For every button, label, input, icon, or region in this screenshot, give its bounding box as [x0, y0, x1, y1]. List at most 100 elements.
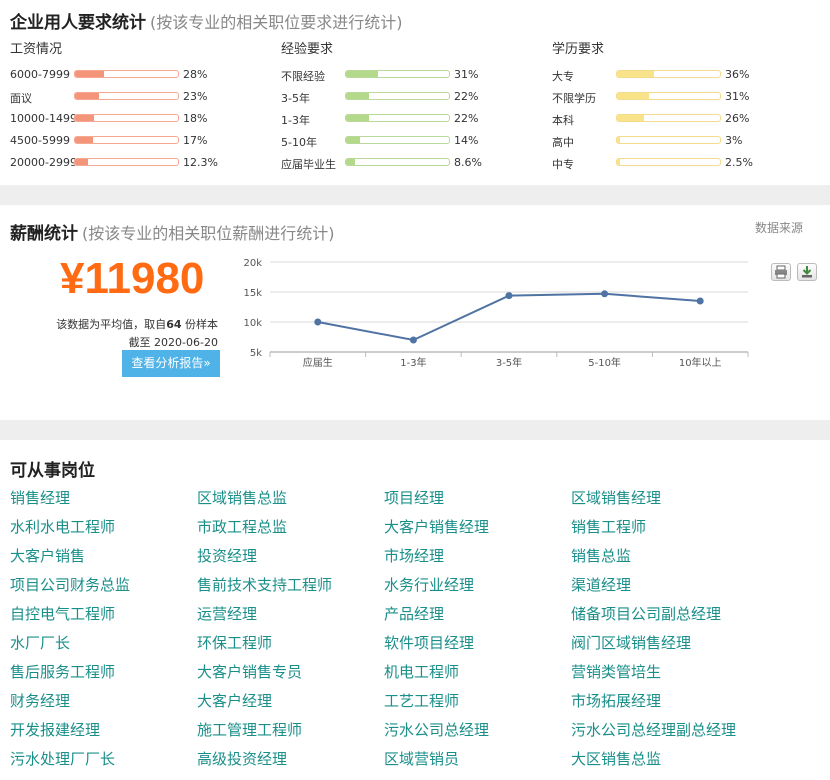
experience-label: 5-10年 — [281, 136, 317, 149]
x-tick-label: 1-3年 — [400, 356, 426, 369]
salary-bar-fill — [75, 137, 93, 143]
experience-label: 不限经验 — [281, 70, 325, 83]
job-link[interactable]: 污水公司总经理 — [384, 719, 489, 740]
data-point — [601, 290, 609, 298]
experience-bar-fill — [346, 137, 361, 143]
job-link[interactable]: 售前技术支持工程师 — [197, 574, 332, 595]
education-bar-fill — [617, 137, 621, 143]
job-link[interactable]: 运营经理 — [197, 603, 257, 624]
y-tick-label: 20k — [243, 258, 262, 269]
salary-heading: 工资情况 — [10, 42, 63, 57]
as-of-date: 截至 2020-06-20 — [128, 336, 218, 349]
job-link[interactable]: 财务经理 — [10, 690, 70, 711]
job-link[interactable]: 高级投资经理 — [197, 748, 287, 769]
education-percent: 36% — [725, 68, 750, 81]
salary-stats-title: 薪酬统计 (按该专业的相关职位薪酬进行统计) — [10, 219, 335, 244]
y-tick-label: 10k — [243, 318, 262, 329]
job-link[interactable]: 环保工程师 — [197, 632, 272, 653]
job-link[interactable]: 销售总监 — [571, 545, 631, 566]
job-link[interactable]: 污水公司总经理副总经理 — [571, 719, 736, 740]
data-source-link[interactable]: 数据来源 — [755, 219, 803, 236]
job-link[interactable]: 大客户经理 — [197, 690, 272, 711]
salary-label: 6000-7999 — [10, 68, 70, 81]
experience-bar — [345, 92, 450, 100]
education-bar-fill — [617, 115, 644, 121]
salary-distribution: 工资情况 6000-7999 28% 面议 23% 10000-1499 18% 4500-… — [10, 40, 260, 174]
experience-percent: 14% — [454, 134, 479, 147]
job-link[interactable]: 销售工程师 — [571, 516, 646, 537]
job-link[interactable]: 大区销售总监 — [571, 748, 661, 769]
salary-percent: 18% — [183, 112, 208, 125]
job-link[interactable]: 区域销售经理 — [571, 487, 661, 508]
education-label: 大专 — [552, 70, 574, 83]
job-link[interactable]: 市政工程总监 — [197, 516, 287, 537]
experience-percent: 31% — [454, 68, 479, 81]
salary-line-chart: 5k 10k 15k 20k 应届生 1-3年 3-5年 5-10年 10年以上 — [243, 258, 749, 369]
job-link[interactable]: 水厂厂长 — [10, 632, 70, 653]
data-point — [409, 336, 417, 344]
job-link[interactable]: 区域销售总监 — [197, 487, 287, 508]
job-link[interactable]: 污水处理厂厂长 — [10, 748, 115, 769]
job-link[interactable]: 渠道经理 — [571, 574, 631, 595]
salary-bar — [74, 158, 179, 166]
salary-label: 20000-2999 — [10, 156, 76, 169]
job-link[interactable]: 阀门区域销售经理 — [571, 632, 691, 653]
salary-row: 6000-7999 28% — [10, 64, 260, 86]
salary-bar — [74, 136, 179, 144]
job-link[interactable]: 开发报建经理 — [10, 719, 100, 740]
job-link[interactable]: 大客户销售 — [10, 545, 85, 566]
experience-bar-fill — [346, 115, 369, 121]
job-link[interactable]: 储备项目公司副总经理 — [571, 603, 721, 624]
experience-row: 1-3年 22% — [281, 108, 531, 130]
requirements-title: 企业用人要求统计 (按该专业的相关职位要求进行统计) — [10, 8, 403, 33]
print-button[interactable] — [771, 263, 791, 281]
job-link[interactable]: 自控电气工程师 — [10, 603, 115, 624]
experience-bar — [345, 158, 450, 166]
job-link[interactable]: 工艺工程师 — [384, 690, 459, 711]
download-button[interactable] — [797, 263, 817, 281]
education-label: 本科 — [552, 114, 574, 127]
job-link[interactable]: 销售经理 — [10, 487, 70, 508]
job-link[interactable]: 营销类管培生 — [571, 661, 661, 682]
job-link[interactable]: 水务行业经理 — [384, 574, 474, 595]
x-tick-label: 应届生 — [303, 356, 333, 369]
job-link[interactable]: 市场拓展经理 — [571, 690, 661, 711]
experience-percent: 22% — [454, 112, 479, 125]
x-tick-label: 5-10年 — [588, 356, 621, 369]
view-report-button[interactable]: 查看分析报告» — [122, 350, 220, 377]
salary-percent: 23% — [183, 90, 208, 103]
job-link[interactable]: 市场经理 — [384, 545, 444, 566]
experience-bar — [345, 136, 450, 144]
job-link[interactable]: 大客户销售经理 — [384, 516, 489, 537]
series-line — [317, 292, 701, 342]
job-link[interactable]: 机电工程师 — [384, 661, 459, 682]
job-link[interactable]: 售后服务工程师 — [10, 661, 115, 682]
average-salary: ¥11980 — [60, 254, 205, 303]
job-link[interactable]: 投资经理 — [197, 545, 257, 566]
job-link[interactable]: 软件项目经理 — [384, 632, 474, 653]
education-bar — [616, 158, 721, 166]
job-link[interactable]: 大客户销售专员 — [197, 661, 302, 682]
job-link[interactable]: 项目公司财务总监 — [10, 574, 130, 595]
download-icon — [802, 266, 812, 278]
experience-row: 不限经验 31% — [281, 64, 531, 86]
job-link[interactable]: 区域营销员 — [384, 748, 459, 769]
data-point — [696, 297, 704, 305]
experience-row: 3-5年 22% — [281, 86, 531, 108]
salary-bar-fill — [75, 115, 94, 121]
job-link[interactable]: 产品经理 — [384, 603, 444, 624]
salary-row: 10000-1499 18% — [10, 108, 260, 130]
education-percent: 3% — [725, 134, 743, 147]
education-bar-fill — [617, 93, 649, 99]
salary-label: 10000-1499 — [10, 112, 76, 125]
education-label: 高中 — [552, 136, 574, 149]
salary-row: 4500-5999 17% — [10, 130, 260, 152]
experience-distribution: 经验要求 不限经验 31% 3-5年 22% 1-3年 22% 5-10年 14% 应届毕业生 8… — [281, 40, 531, 174]
job-link[interactable]: 水利水电工程师 — [10, 516, 115, 537]
section-divider — [0, 185, 830, 205]
experience-heading: 经验要求 — [281, 42, 334, 57]
education-label: 不限学历 — [552, 92, 596, 105]
requirements-subtitle: (按该专业的相关职位要求进行统计) — [150, 13, 403, 32]
job-link[interactable]: 施工管理工程师 — [197, 719, 302, 740]
job-link[interactable]: 项目经理 — [384, 487, 444, 508]
